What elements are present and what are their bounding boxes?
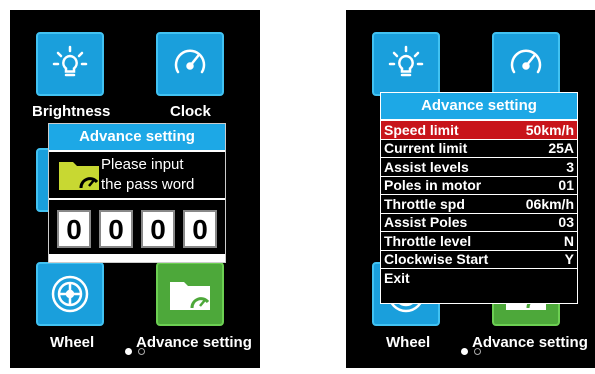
brightness-tile[interactable] [36,32,104,96]
clock-tile[interactable] [492,32,560,96]
clock-label: Clock [170,103,211,120]
menu-item-value: Y [564,251,574,268]
advance-setting-tile[interactable] [156,262,224,326]
menu-item-label: Throttle spd [384,195,465,212]
menu-item-label: Speed limit [384,121,459,138]
page-dot-active[interactable] [461,348,468,355]
menu-item-value: 25A [548,140,574,157]
menu-item-label: Poles in motor [384,177,482,194]
menu-item[interactable]: Exit [381,269,577,288]
menu-list: Speed limit 50km/h Current limit 25A Assist … [381,121,577,288]
menu-item-value: 3 [566,158,574,175]
password-screen: Brightness Clock Wheel Advance setting A… [10,10,260,368]
brightness-label: Brightness [32,103,111,120]
folder-gauge-icon [170,282,210,310]
clock-tile[interactable] [156,32,224,96]
password-digit-3[interactable]: 0 [141,210,175,248]
password-dialog-title: Advance setting [49,124,225,150]
password-prompt-text: Please input the pass word [101,155,194,195]
speedometer-icon [510,49,542,74]
advance-menu-screen: Wheel Advance setting Advance setting Sp… [346,10,595,368]
menu-item-value: 06km/h [525,195,574,212]
menu-item-label: Clockwise Start [384,251,489,268]
menu-item-value: 01 [558,177,574,194]
prompt-line-1: Please input [101,156,184,173]
menu-title: Advance setting [381,93,577,121]
menu-item-label: Assist levels [384,158,469,175]
menu-item-label: Current limit [384,140,468,157]
page-dot-inactive[interactable] [474,348,481,355]
page-indicator [10,342,260,360]
wheel-icon [51,275,89,313]
menu-item[interactable]: Assist Poles 03 [381,214,577,232]
page-dot-inactive[interactable] [138,348,145,355]
menu-item-value: 50km/h [525,121,574,138]
lightbulb-icon [52,45,88,77]
speedometer-icon [174,49,206,74]
lightbulb-icon [388,45,424,77]
menu-item-label: Assist Poles [384,214,468,231]
password-digits: 0 0 0 0 [49,200,225,254]
menu-item[interactable]: Assist levels 3 [381,158,577,177]
password-prompt-area: Please input the pass word [49,152,225,198]
wheel-tile[interactable] [36,262,104,326]
menu-item-label: Exit [384,270,410,287]
menu-item[interactable]: Clockwise Start Y [381,251,577,269]
menu-item[interactable]: Current limit 25A [381,140,577,158]
page-indicator [346,342,595,360]
menu-item-label: Throttle level [384,232,472,249]
password-digit-4[interactable]: 0 [183,210,217,248]
menu-item[interactable]: Throttle level N [381,232,577,251]
menu-item[interactable]: Speed limit 50km/h [381,121,577,140]
menu-item-value: N [563,232,574,249]
folder-gauge-icon [59,162,99,190]
advance-setting-menu: Advance setting Speed limit 50km/h Current… [380,92,578,304]
password-digit-1[interactable]: 0 [57,210,91,248]
password-digit-2[interactable]: 0 [99,210,133,248]
password-dialog: Advance setting Please input the pass wo… [48,123,226,263]
menu-item[interactable]: Throttle spd 06km/h [381,195,577,214]
menu-item-value: 03 [558,214,574,231]
prompt-line-2: the pass word [101,176,195,193]
brightness-tile[interactable] [372,32,440,96]
page-dot-active[interactable] [125,348,132,355]
menu-item[interactable]: Poles in motor 01 [381,177,577,195]
